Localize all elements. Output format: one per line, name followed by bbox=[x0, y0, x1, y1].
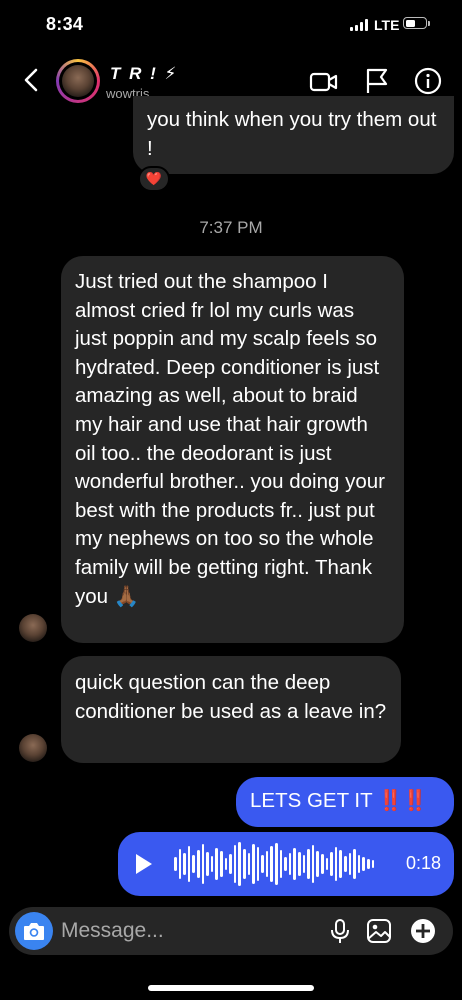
message-timestamp: 7:37 PM bbox=[199, 218, 263, 237]
waveform-bar bbox=[357, 855, 361, 873]
double-exclamation-emoji: ‼️‼️ bbox=[377, 790, 428, 812]
waveform-bar bbox=[192, 855, 195, 873]
waveform-bar bbox=[302, 855, 306, 873]
waveform-bar bbox=[242, 849, 246, 879]
message-text: LETS GET IT bbox=[250, 789, 373, 812]
status-time: 8:34 bbox=[46, 14, 84, 34]
waveform-bar bbox=[366, 859, 370, 869]
microphone-icon[interactable] bbox=[326, 917, 354, 945]
waveform-bar bbox=[330, 852, 333, 876]
message-text: Just tried out the shampoo I almost crie… bbox=[75, 270, 385, 608]
waveform-bar bbox=[183, 853, 186, 875]
waveform-bar bbox=[206, 852, 209, 876]
waveform-bar bbox=[174, 857, 177, 871]
message-bubble-incoming[interactable]: quick question can the deep conditioner … bbox=[61, 656, 401, 763]
waveform-bar bbox=[210, 856, 214, 872]
signal-icon bbox=[350, 19, 368, 31]
status-bar: 8:34 LTE bbox=[0, 0, 462, 52]
waveform-bar bbox=[288, 853, 292, 875]
waveform-bar bbox=[343, 856, 347, 872]
back-icon[interactable] bbox=[18, 66, 46, 94]
home-indicator bbox=[148, 985, 314, 991]
waveform-bar bbox=[339, 850, 342, 878]
waveform-bar bbox=[371, 860, 375, 868]
sender-avatar[interactable] bbox=[19, 734, 47, 762]
voice-duration: 0:18 bbox=[406, 853, 442, 873]
message-bubble-incoming[interactable]: Just tried out the shampoo I almost crie… bbox=[61, 256, 404, 643]
waveform-bar bbox=[187, 846, 191, 882]
message-text: quick question can the deep conditioner … bbox=[75, 671, 387, 723]
heart-reaction-icon[interactable]: ❤️ bbox=[138, 166, 170, 192]
camera-icon bbox=[24, 923, 44, 940]
waveform-bar bbox=[215, 848, 218, 880]
battery-icon bbox=[403, 17, 427, 29]
waveform-bar bbox=[233, 845, 237, 883]
play-icon[interactable] bbox=[136, 854, 152, 874]
flag-icon[interactable] bbox=[362, 66, 392, 96]
battery-level bbox=[405, 19, 416, 27]
waveform bbox=[174, 840, 375, 888]
contact-name[interactable]: T R ! ⚡ bbox=[110, 64, 178, 84]
waveform-bar bbox=[284, 857, 287, 871]
voice-message[interactable]: 0:18 bbox=[118, 832, 454, 896]
video-call-icon[interactable] bbox=[309, 66, 339, 96]
add-icon[interactable] bbox=[409, 917, 437, 945]
waveform-bar bbox=[247, 853, 251, 875]
waveform-bar bbox=[265, 851, 269, 877]
waveform-bar bbox=[321, 854, 324, 874]
waveform-bar bbox=[325, 858, 329, 870]
message-bubble-incoming[interactable]: you think when you try them out ! bbox=[133, 96, 454, 174]
sender-avatar[interactable] bbox=[19, 614, 47, 642]
waveform-bar bbox=[307, 849, 310, 879]
info-icon[interactable] bbox=[413, 66, 443, 96]
waveform-bar bbox=[334, 847, 338, 881]
waveform-bar bbox=[311, 845, 315, 883]
waveform-bar bbox=[298, 852, 301, 876]
waveform-bar bbox=[275, 843, 278, 885]
avatar[interactable] bbox=[56, 59, 100, 103]
gallery-icon[interactable] bbox=[365, 917, 393, 945]
waveform-bar bbox=[256, 847, 260, 881]
waveform-bar bbox=[348, 853, 352, 875]
waveform-bar bbox=[252, 844, 255, 884]
battery-cap bbox=[428, 21, 430, 26]
waveform-bar bbox=[316, 851, 319, 877]
waveform-bar bbox=[196, 850, 200, 878]
waveform-bar bbox=[238, 842, 241, 886]
waveform-bar bbox=[224, 858, 228, 870]
waveform-bar bbox=[270, 846, 274, 882]
message-input[interactable]: Message... bbox=[61, 919, 164, 943]
message-composer[interactable]: Message... bbox=[9, 907, 453, 955]
waveform-bar bbox=[362, 857, 365, 871]
camera-button[interactable] bbox=[15, 912, 53, 950]
message-bubble-outgoing[interactable]: LETS GET IT ‼️‼️ bbox=[236, 777, 454, 827]
waveform-bar bbox=[353, 849, 356, 879]
waveform-bar bbox=[219, 851, 223, 877]
waveform-bar bbox=[229, 854, 232, 874]
waveform-bar bbox=[261, 855, 264, 873]
waveform-bar bbox=[178, 849, 182, 879]
network-label: LTE bbox=[374, 17, 400, 33]
waveform-bar bbox=[293, 848, 297, 880]
waveform-bar bbox=[279, 850, 283, 878]
waveform-bar bbox=[201, 844, 205, 884]
message-text: you think when you try them out ! bbox=[147, 108, 437, 160]
